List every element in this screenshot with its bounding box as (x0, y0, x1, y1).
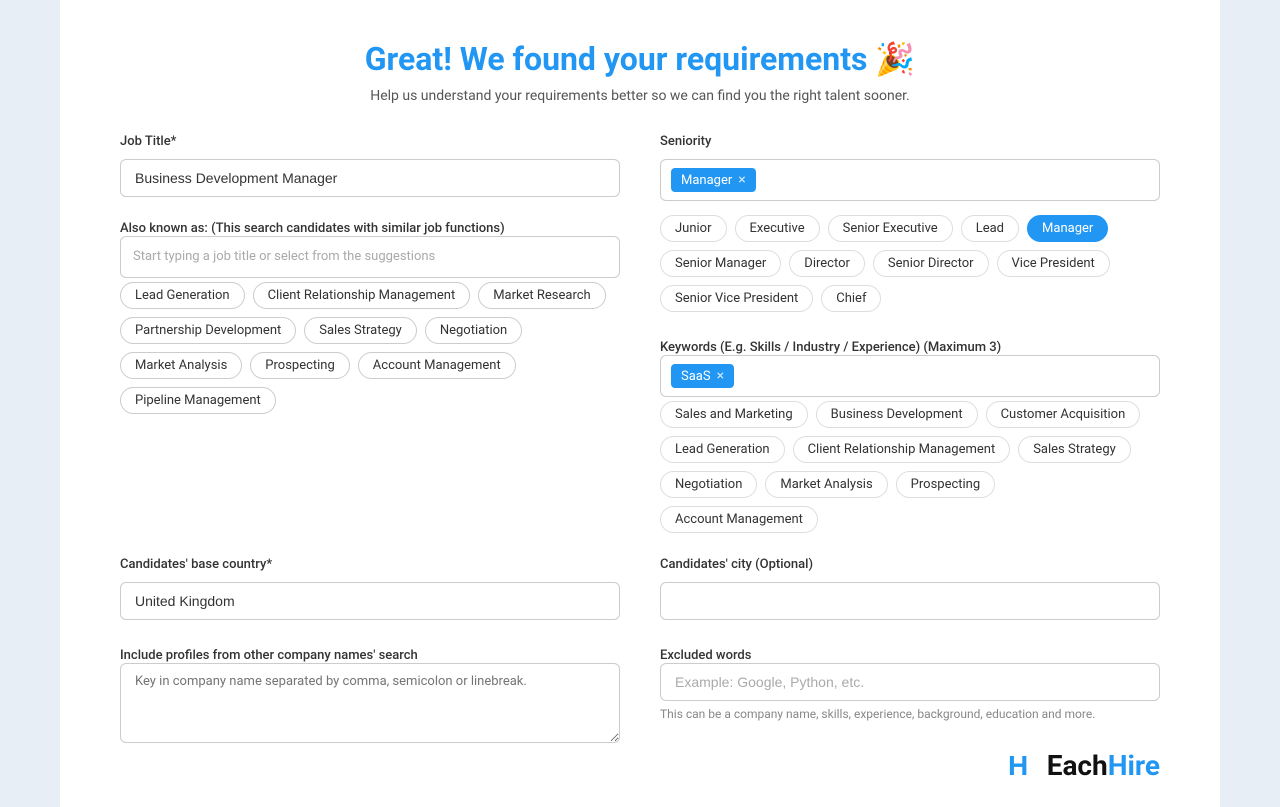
seniority-label: Seniority (660, 134, 1160, 149)
also-known-tag-item[interactable]: Lead Generation (120, 282, 245, 309)
seniority-option[interactable]: Senior Director (873, 250, 989, 277)
job-title-label: Job Title* (120, 134, 620, 149)
seniority-option[interactable]: Junior (660, 215, 727, 242)
city-input[interactable] (660, 582, 1160, 620)
seniority-option[interactable]: Chief (821, 285, 881, 312)
also-known-tag-item[interactable]: Sales Strategy (304, 317, 417, 344)
keyword-suggestion-item[interactable]: Negotiation (660, 471, 757, 498)
seniority-option[interactable]: Senior Executive (828, 215, 953, 242)
keyword-suggestions-list: Sales and Marketing Business Development C… (660, 401, 1160, 533)
keyword-suggestion-item[interactable]: Market Analysis (765, 471, 887, 498)
form-grid: Job Title* Also known as: (This search c… (120, 134, 1160, 747)
seniority-option[interactable]: Vice President (997, 250, 1110, 277)
excluded-words-section: Excluded words This can be a company nam… (660, 644, 1160, 721)
also-known-input-container[interactable]: Start typing a job title or select from … (120, 236, 620, 278)
also-known-tag-item[interactable]: Negotiation (425, 317, 522, 344)
also-known-tags-list: Lead Generation Client Relationship Manag… (120, 282, 620, 414)
also-known-tag-item[interactable]: Market Research (478, 282, 606, 309)
excluded-words-label: Excluded words (660, 648, 751, 663)
seniority-option[interactable]: Director (789, 250, 865, 277)
keywords-label: Keywords (E.g. Skills / Industry / Exper… (660, 340, 1001, 355)
seniority-section: Seniority Manager × Junior Executive Senio… (660, 134, 1160, 533)
also-known-section: Also known as: (This search candidates w… (120, 217, 620, 414)
excluded-words-hint: This can be a company name, skills, expe… (660, 707, 1160, 721)
base-country-label: Candidates' base country* (120, 557, 620, 572)
job-title-section: Job Title* Also known as: (This search c… (120, 134, 620, 533)
seniority-selected-container[interactable]: Manager × (660, 159, 1160, 201)
logo-each: Each (1047, 749, 1108, 782)
seniority-remove-icon[interactable]: × (738, 173, 745, 187)
seniority-option[interactable]: Senior Manager (660, 250, 781, 277)
excluded-words-input[interactable] (660, 663, 1160, 701)
company-profiles-input[interactable] (120, 663, 620, 743)
logo-area: H EachHire (1005, 747, 1160, 783)
also-known-tag-item[interactable]: Account Management (358, 352, 516, 379)
city-section: Candidates' city (Optional) Excluded wor… (660, 557, 1160, 747)
page-title: Great! We found your requirements 🎉 (120, 40, 1160, 78)
also-known-tag-item[interactable]: Pipeline Management (120, 387, 276, 414)
city-label: Candidates' city (Optional) (660, 557, 1160, 572)
logo-hire: Hire (1108, 749, 1160, 782)
logo-text: EachHire (1047, 749, 1160, 782)
base-country-section: Candidates' base country* Include profil… (120, 557, 620, 747)
seniority-options-list: Junior Executive Senior Executive Lead Manag… (660, 215, 1160, 312)
also-known-placeholder: Start typing a job title or select from … (131, 245, 609, 269)
keyword-suggestion-item[interactable]: Prospecting (896, 471, 996, 498)
seniority-selected-value: Manager (681, 173, 732, 188)
keyword-suggestion-item[interactable]: Lead Generation (660, 436, 785, 463)
also-known-tag-item[interactable]: Market Analysis (120, 352, 242, 379)
company-profiles-section: Include profiles from other company name… (120, 644, 620, 747)
keyword-suggestion-item[interactable]: Client Relationship Management (793, 436, 1011, 463)
eachhire-logo-icon: H (1005, 747, 1041, 783)
seniority-option[interactable]: Senior Vice President (660, 285, 813, 312)
keywords-input-container[interactable]: SaaS × (660, 355, 1160, 397)
keyword-suggestion-item[interactable]: Sales and Marketing (660, 401, 808, 428)
page-subtitle: Help us understand your requirements bet… (120, 88, 1160, 104)
seniority-option[interactable]: Executive (735, 215, 820, 242)
company-profiles-label: Include profiles from other company name… (120, 648, 418, 663)
base-country-input[interactable] (120, 582, 620, 620)
keyword-suggestion-item[interactable]: Customer Acquisition (986, 401, 1141, 428)
keyword-suggestion-item[interactable]: Sales Strategy (1018, 436, 1131, 463)
job-title-input[interactable] (120, 159, 620, 197)
page-container: Great! We found your requirements 🎉 Help… (60, 0, 1220, 807)
keyword-suggestion-item[interactable]: Business Development (816, 401, 978, 428)
keywords-section: Keywords (E.g. Skills / Industry / Exper… (660, 336, 1160, 533)
also-known-tag-item[interactable]: Client Relationship Management (253, 282, 471, 309)
keyword-selected-tag[interactable]: SaaS × (671, 364, 734, 388)
seniority-option[interactable]: Manager (1027, 215, 1108, 242)
also-known-tag-item[interactable]: Prospecting (250, 352, 350, 379)
also-known-label: Also known as: (This search candidates w… (120, 221, 505, 236)
keyword-remove-icon[interactable]: × (717, 369, 724, 383)
keyword-suggestion-item[interactable]: Account Management (660, 506, 818, 533)
svg-text:H: H (1008, 750, 1028, 781)
seniority-option[interactable]: Lead (961, 215, 1019, 242)
keyword-selected-value: SaaS (681, 369, 711, 384)
also-known-tag-item[interactable]: Partnership Development (120, 317, 296, 344)
seniority-selected-tag[interactable]: Manager × (671, 168, 756, 192)
header: Great! We found your requirements 🎉 Help… (120, 40, 1160, 104)
